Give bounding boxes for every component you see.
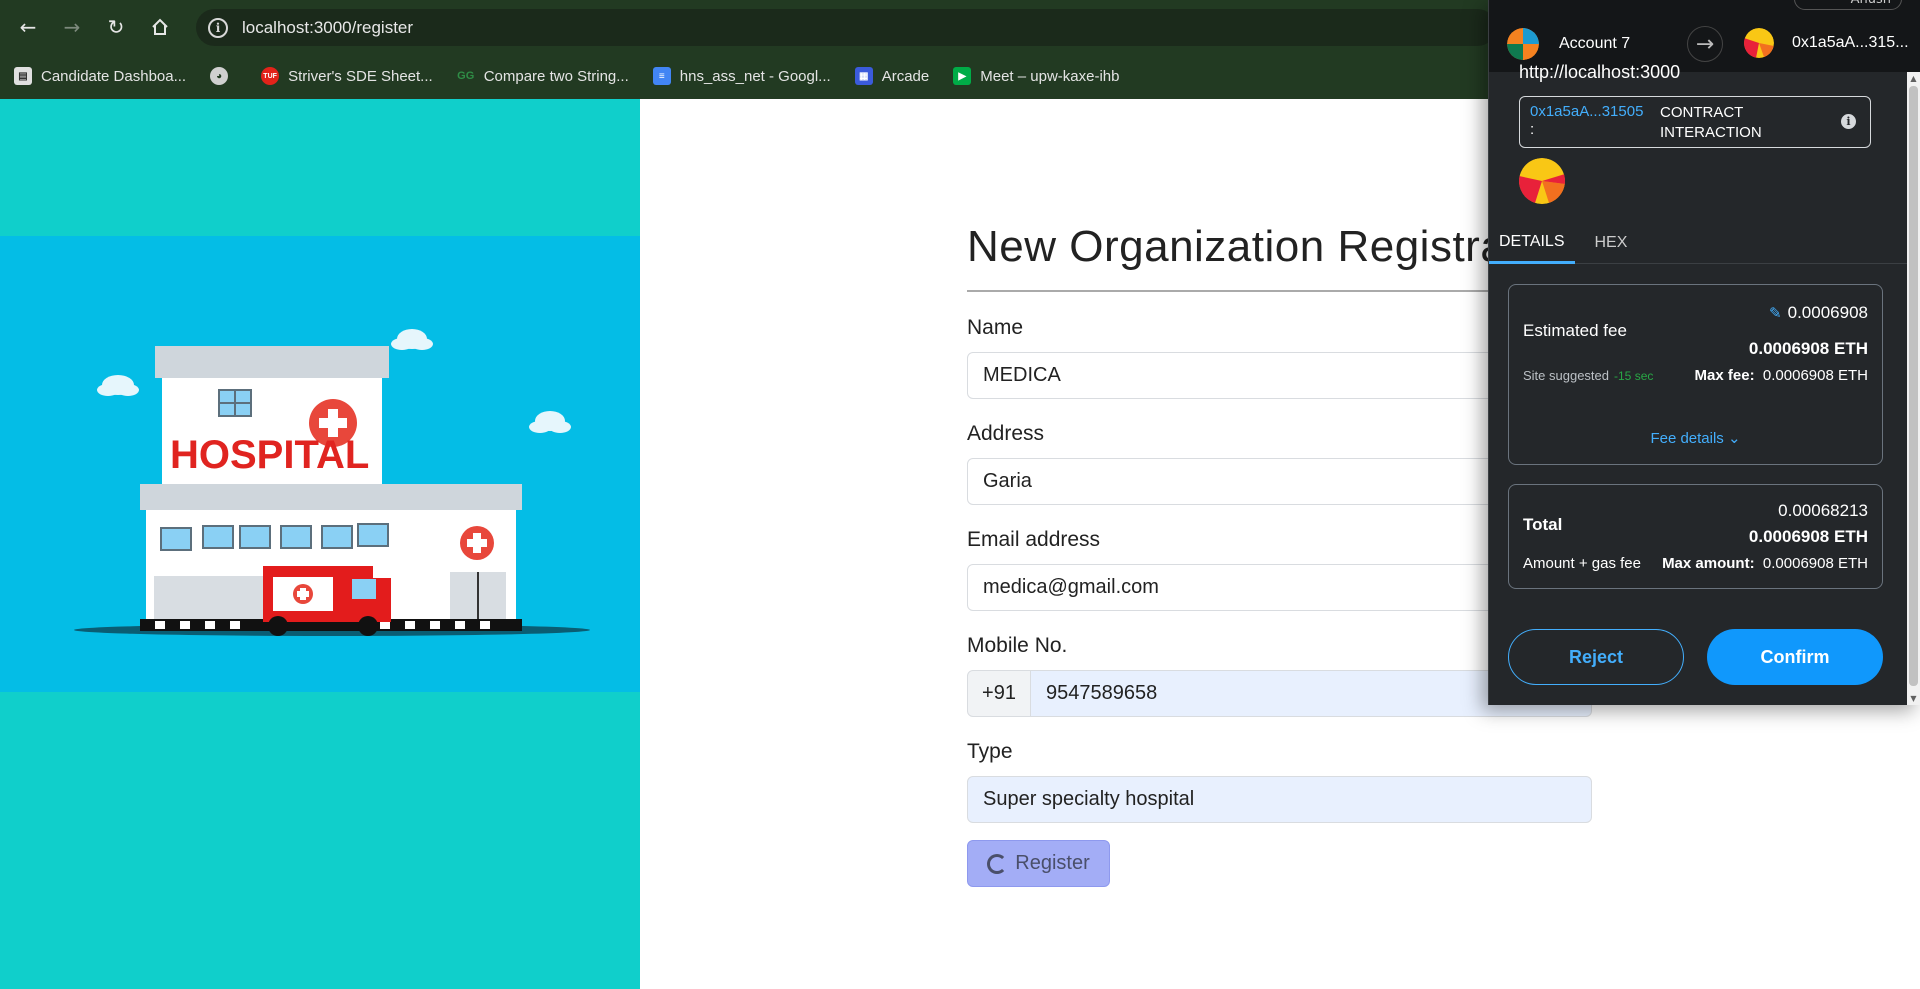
bookmark-meet[interactable]: ▶ Meet – upw-kaxe-ihb: [953, 67, 1119, 85]
bookmark-label: Compare two String...: [483, 67, 629, 85]
max-fee-row: Max fee: 0.0006908 ETH: [1695, 367, 1868, 384]
fee-details-link[interactable]: Fee details ⌄: [1509, 429, 1882, 447]
country-code: +91: [967, 670, 1031, 717]
scrollbar-thumb[interactable]: [1909, 86, 1918, 686]
fee-details-label: Fee details: [1650, 430, 1724, 447]
bookmark-arcade[interactable]: ▦ Arcade: [854, 67, 930, 85]
site-info-icon[interactable]: i: [208, 17, 228, 38]
arrow-right-icon: →: [1687, 26, 1723, 62]
meet-icon: ▶: [953, 67, 972, 85]
tab-hex[interactable]: HEX: [1585, 222, 1638, 264]
hospital-illustration: HOSPITAL: [0, 236, 640, 692]
home-icon[interactable]: [138, 5, 182, 49]
contract-colon: :: [1530, 121, 1535, 138]
from-account[interactable]: Account 7: [1507, 28, 1630, 60]
candidate-icon: ▤: [14, 67, 32, 85]
bookmark-candidate-dashboard[interactable]: ▤ Candidate Dashboa...: [14, 67, 186, 85]
user-pill[interactable]: Anush: [1794, 0, 1902, 10]
estimated-fee-value-row: ✎ 0.0006908: [1769, 303, 1868, 323]
to-account-address: 0x1a5aA...315...: [1792, 34, 1909, 51]
bookmark-hns-ass-net[interactable]: ≡ hns_ass_net - Googl...: [652, 67, 831, 85]
arcade-icon: ▦: [854, 67, 873, 85]
gfg-icon: GG: [457, 70, 475, 82]
docs-icon: ≡: [652, 67, 671, 85]
contract-type: CONTRACT INTERACTION: [1660, 104, 1762, 141]
total-card: 0.00068213 Total 0.0006908 ETH Amount + …: [1508, 484, 1883, 589]
bookmark-label: hns_ass_net - Googl...: [679, 67, 831, 85]
max-fee-value: 0.0006908 ETH: [1762, 367, 1868, 384]
site-avatar-icon: [1519, 158, 1565, 204]
estimated-fee-card: ✎ 0.0006908 Estimated fee 0.0006908 ETH S…: [1508, 284, 1883, 465]
back-icon[interactable]: ←: [6, 5, 50, 49]
account-avatar-icon: [1507, 28, 1539, 60]
bookmark-label: Candidate Dashboa...: [41, 67, 187, 85]
bookmark-strivers-sheet[interactable]: TUF Striver's SDE Sheet...: [261, 67, 433, 85]
url-text[interactable]: localhost:3000/register: [242, 18, 413, 38]
from-account-name: Account 7: [1559, 35, 1631, 52]
max-amount-value: 0.0006908 ETH: [1762, 555, 1868, 572]
metamask-popup: Anush Account 7 → 0x1a5aA...315... http:…: [1488, 0, 1920, 705]
edit-pencil-icon[interactable]: ✎: [1769, 305, 1782, 322]
bookmark-label: Meet – upw-kaxe-ihb: [980, 67, 1120, 85]
scroll-up-icon[interactable]: ▲: [1907, 72, 1920, 85]
amount-gas-label: Amount + gas fee: [1523, 555, 1641, 572]
chevron-down-icon: ⌄: [1727, 430, 1741, 447]
total-eth: 0.0006908 ETH: [1748, 527, 1868, 546]
confirm-button[interactable]: Confirm: [1707, 629, 1883, 685]
max-fee-label: Max fee:: [1694, 367, 1755, 384]
bookmark-globe[interactable]: ◕: [210, 67, 237, 85]
loading-spinner-icon: [987, 853, 1008, 874]
estimated-fee-eth: 0.0006908 ETH: [1748, 339, 1868, 358]
estimated-fee-label: Estimated fee: [1523, 321, 1627, 340]
info-icon[interactable]: i: [1841, 114, 1856, 129]
to-account[interactable]: 0x1a5aA...315...: [1744, 28, 1909, 58]
estimated-fee-value: 0.0006908: [1787, 303, 1868, 322]
action-buttons: Reject Confirm: [1508, 629, 1883, 685]
reload-icon[interactable]: ↻: [94, 5, 138, 49]
popup-scrollbar[interactable]: ▲ ▼: [1907, 72, 1920, 705]
contract-address-link[interactable]: 0x1a5aA...31505 :: [1530, 103, 1660, 141]
bookmark-compare-strings[interactable]: GG Compare two String...: [457, 67, 629, 85]
max-amount-label: Max amount:: [1662, 555, 1755, 572]
type-input[interactable]: Super specialty hospital: [967, 776, 1592, 823]
contract-address[interactable]: 0x1a5aA...31505: [1530, 103, 1660, 121]
globe-icon: ◕: [210, 67, 229, 85]
type-label: Type: [967, 740, 1013, 763]
bookmark-label: Arcade: [881, 67, 930, 85]
site-origin: http://localhost:3000: [1519, 62, 1681, 82]
tab-details[interactable]: DETAILS: [1489, 222, 1575, 264]
reject-button[interactable]: Reject: [1508, 629, 1684, 685]
register-button[interactable]: Register: [967, 840, 1110, 887]
contract-interaction-box: 0x1a5aA...31505 : CONTRACT INTERACTION i: [1519, 96, 1871, 148]
recipient-avatar-icon: [1744, 28, 1774, 58]
max-amount-row: Max amount: 0.0006908 ETH: [1662, 555, 1868, 572]
scroll-down-icon[interactable]: ▼: [1907, 692, 1920, 705]
hospital-drawing: HOSPITAL: [74, 329, 590, 636]
hospital-sign: HOSPITAL: [170, 433, 369, 477]
tuf-icon: TUF: [261, 67, 280, 85]
forward-icon[interactable]: →: [50, 5, 94, 49]
address-bar[interactable]: i localhost:3000/register: [196, 9, 1496, 46]
site-suggested: Site suggested -15 sec: [1523, 368, 1654, 383]
timer: -15 sec: [1614, 369, 1654, 383]
bookmark-label: Striver's SDE Sheet...: [288, 67, 433, 85]
tab-bar: DETAILS HEX: [1489, 222, 1920, 264]
register-label: Register: [1015, 852, 1090, 874]
